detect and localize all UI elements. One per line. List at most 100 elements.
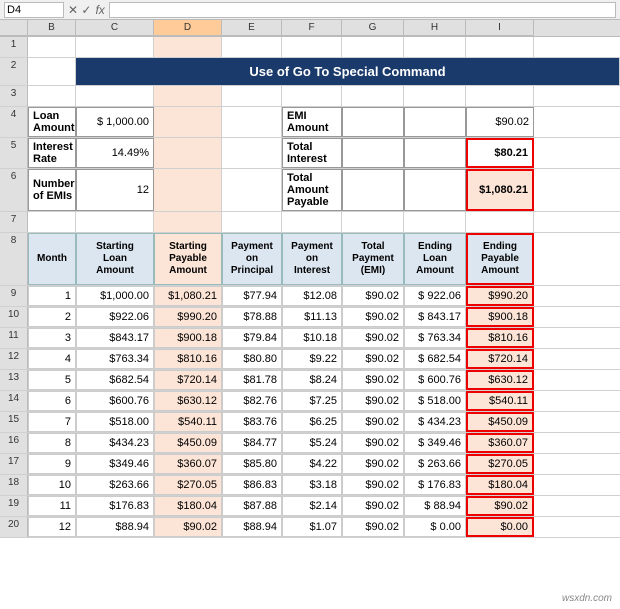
cell-G7 xyxy=(342,212,404,232)
cell-pp-12: $80.80 xyxy=(222,349,282,369)
cell-sp-9: $1,080.21 xyxy=(154,286,222,306)
cell-B3 xyxy=(28,86,76,106)
formula-bar: D4 ✕ ✓ fx xyxy=(0,0,620,20)
cell-ep-20: $0.00 xyxy=(466,517,534,537)
table-row-14: 14 6 $600.76 $630.12 $82.76 $7.25 $90.02… xyxy=(0,391,620,412)
cell-H5 xyxy=(404,138,466,168)
cell-B1 xyxy=(28,37,76,57)
cell-pi-20: $1.07 xyxy=(282,517,342,537)
cell-pp-17: $85.80 xyxy=(222,454,282,474)
corner-cell xyxy=(0,20,28,36)
rownum-9: 9 xyxy=(0,286,28,306)
cell-el-17: $ 263.66 xyxy=(404,454,466,474)
cell-sl-16: $434.23 xyxy=(76,433,154,453)
cell-ep-18: $180.04 xyxy=(466,475,534,495)
column-header-row: B C D E F G H I xyxy=(0,20,620,37)
header-starting-payable: Starting Payable Amount xyxy=(154,233,222,285)
table-row-19: 19 11 $176.83 $180.04 $87.88 $2.14 $90.0… xyxy=(0,496,620,517)
cell-ep-14: $540.11 xyxy=(466,391,534,411)
cell-B2 xyxy=(28,58,76,85)
cell-sp-14: $630.12 xyxy=(154,391,222,411)
formula-icons: ✕ ✓ fx xyxy=(68,3,105,17)
spreadsheet: D4 ✕ ✓ fx B C D E F G H I 1 2 Use of Go … xyxy=(0,0,620,538)
cell-month-17: 9 xyxy=(28,454,76,474)
cell-sp-17: $360.07 xyxy=(154,454,222,474)
cell-el-18: $ 176.83 xyxy=(404,475,466,495)
rownum-10: 10 xyxy=(0,307,28,327)
col-header-F[interactable]: F xyxy=(282,20,342,36)
cell-E4 xyxy=(222,107,282,137)
col-header-H[interactable]: H xyxy=(404,20,466,36)
rownum-12: 12 xyxy=(0,349,28,369)
cell-sp-19: $180.04 xyxy=(154,496,222,516)
rownum-16: 16 xyxy=(0,433,28,453)
rownum-11: 11 xyxy=(0,328,28,348)
cell-E3 xyxy=(222,86,282,106)
table-row-13: 13 5 $682.54 $720.14 $81.78 $8.24 $90.02… xyxy=(0,370,620,391)
cell-C3 xyxy=(76,86,154,106)
cell-pp-20: $88.94 xyxy=(222,517,282,537)
table-row-11: 11 3 $843.17 $900.18 $79.84 $10.18 $90.0… xyxy=(0,328,620,349)
col-header-C[interactable]: C xyxy=(76,20,154,36)
cell-G3 xyxy=(342,86,404,106)
cell-tp-20: $90.02 xyxy=(342,517,404,537)
cell-ep-12: $720.14 xyxy=(466,349,534,369)
table-row-9: 9 1 $1,000.00 $1,080.21 $77.94 $12.08 $9… xyxy=(0,286,620,307)
cell-tp-14: $90.02 xyxy=(342,391,404,411)
cell-pi-19: $2.14 xyxy=(282,496,342,516)
total-payable-label: Total Amount Payable xyxy=(282,169,342,211)
header-ending-loan: Ending Loan Amount xyxy=(404,233,466,285)
cell-pp-18: $86.83 xyxy=(222,475,282,495)
emis-value: 12 xyxy=(76,169,154,211)
cell-ep-19: $90.02 xyxy=(466,496,534,516)
cell-month-14: 6 xyxy=(28,391,76,411)
cell-D6 xyxy=(154,169,222,211)
cell-G1 xyxy=(342,37,404,57)
cell-sl-14: $600.76 xyxy=(76,391,154,411)
rownum-8: 8 xyxy=(0,233,28,285)
rownum-17: 17 xyxy=(0,454,28,474)
rownum-13: 13 xyxy=(0,370,28,390)
cell-sl-15: $518.00 xyxy=(76,412,154,432)
col-header-G[interactable]: G xyxy=(342,20,404,36)
rownum-3: 3 xyxy=(0,86,28,106)
cell-C7 xyxy=(76,212,154,232)
cell-tp-18: $90.02 xyxy=(342,475,404,495)
col-header-B[interactable]: B xyxy=(28,20,76,36)
rownum-7: 7 xyxy=(0,212,28,232)
cell-el-19: $ 88.94 xyxy=(404,496,466,516)
cell-month-11: 3 xyxy=(28,328,76,348)
cell-sp-20: $90.02 xyxy=(154,517,222,537)
col-header-E[interactable]: E xyxy=(222,20,282,36)
cell-pi-10: $11.13 xyxy=(282,307,342,327)
cell-H6 xyxy=(404,169,466,211)
cell-tp-12: $90.02 xyxy=(342,349,404,369)
formula-content[interactable] xyxy=(109,2,616,18)
cell-I3 xyxy=(466,86,534,106)
header-month: Month xyxy=(28,233,76,285)
cell-el-12: $ 682.54 xyxy=(404,349,466,369)
cell-sl-17: $349.46 xyxy=(76,454,154,474)
cell-ep-10: $900.18 xyxy=(466,307,534,327)
rownum-1: 1 xyxy=(0,37,28,57)
cell-ep-17: $270.05 xyxy=(466,454,534,474)
cell-F7 xyxy=(282,212,342,232)
cell-tp-11: $90.02 xyxy=(342,328,404,348)
name-box[interactable]: D4 xyxy=(4,2,64,18)
cell-G4 xyxy=(342,107,404,137)
cell-pp-15: $83.76 xyxy=(222,412,282,432)
table-row-20: 20 12 $88.94 $90.02 $88.94 $1.07 $90.02 … xyxy=(0,517,620,538)
cell-ep-11: $810.16 xyxy=(466,328,534,348)
cell-G5 xyxy=(342,138,404,168)
cell-sl-19: $176.83 xyxy=(76,496,154,516)
col-header-I[interactable]: I xyxy=(466,20,534,36)
cell-month-13: 5 xyxy=(28,370,76,390)
cell-E7 xyxy=(222,212,282,232)
cell-el-15: $ 434.23 xyxy=(404,412,466,432)
cell-pp-16: $84.77 xyxy=(222,433,282,453)
loan-label: Loan Amount xyxy=(28,107,76,137)
rownum-20: 20 xyxy=(0,517,28,537)
cell-sl-18: $263.66 xyxy=(76,475,154,495)
cell-ep-15: $450.09 xyxy=(466,412,534,432)
col-header-D[interactable]: D xyxy=(154,20,222,36)
